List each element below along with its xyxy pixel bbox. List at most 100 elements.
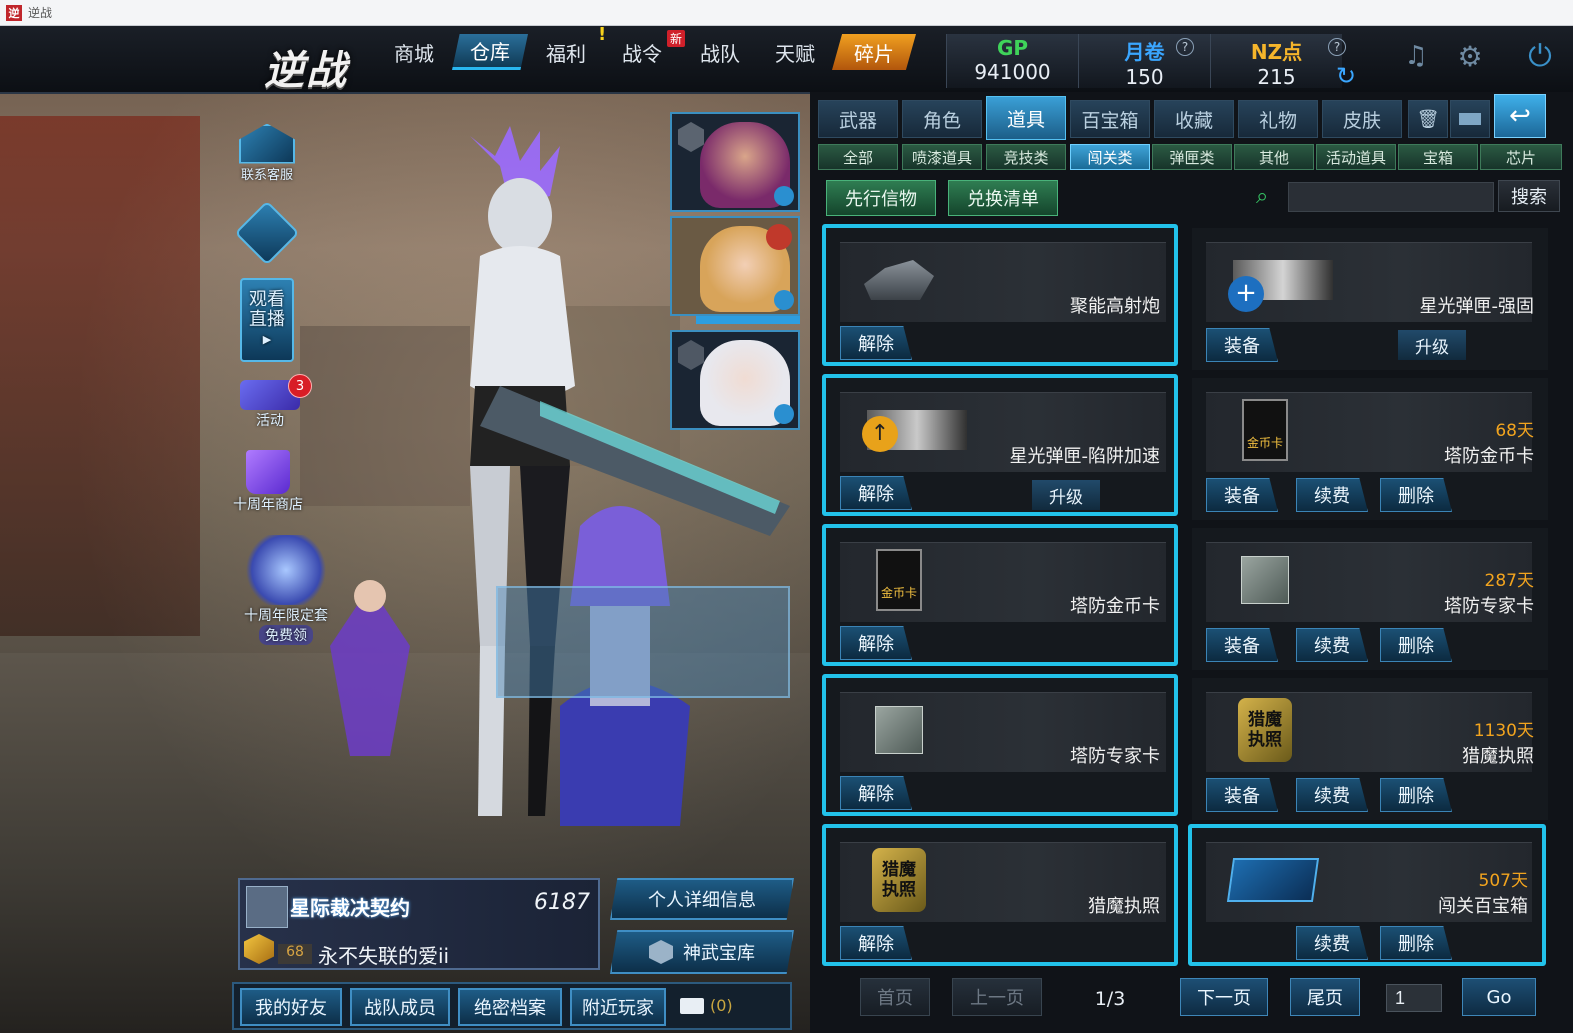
refresh-icon[interactable]: ↻ (1326, 56, 1366, 96)
wrench-icon[interactable] (774, 404, 794, 424)
nav-welfare[interactable]: 福利 (536, 34, 596, 70)
limited-suit-button[interactable]: 十周年限定套 免费领 (228, 530, 344, 650)
new-badge: 新 (667, 30, 686, 47)
go-button[interactable]: Go (1462, 978, 1536, 1016)
tab-skins[interactable]: 皮肤 (1322, 100, 1402, 138)
subtab-chips[interactable]: 芯片 (1480, 144, 1562, 170)
character-slot-2[interactable] (670, 216, 800, 316)
nz-help-icon[interactable]: ? (1328, 38, 1346, 56)
delete-button[interactable]: 删除 (1380, 478, 1452, 512)
search-icon: ⌕ (1256, 184, 1269, 209)
page-number-input[interactable] (1386, 984, 1442, 1012)
subtab-all[interactable]: 全部 (818, 144, 898, 170)
wrench-icon[interactable] (774, 186, 794, 206)
item-card[interactable]: 金币卡 68天 塔防金币卡 装备 续费 删除 (1192, 378, 1548, 520)
item-card[interactable]: 507天 闯关百宝箱 续费 删除 (1188, 824, 1546, 966)
secret-archive-button[interactable]: 绝密档案 (458, 988, 562, 1026)
player-card[interactable]: 星际裁决契约 6187 68 永不失联的爱ii (238, 878, 600, 970)
player-avatar (246, 886, 288, 928)
delete-button[interactable]: 删除 (1380, 778, 1452, 812)
nav-fragments[interactable]: 碎片 (832, 34, 916, 70)
item-card[interactable]: 287天 塔防专家卡 装备 续费 删除 (1192, 528, 1548, 670)
subtab-spray[interactable]: 喷漆道具 (902, 144, 982, 170)
item-card[interactable]: + 星光弹匣-强固 装备 升级 (1192, 228, 1548, 370)
renew-button[interactable]: 续费 (1296, 778, 1368, 812)
unequip-button[interactable]: 解除 (840, 776, 912, 810)
watch-live-button[interactable]: 观看直播 ▶ (240, 278, 294, 362)
subtab-chests[interactable]: 宝箱 (1398, 144, 1478, 170)
nav-warehouse[interactable]: 仓库 (452, 34, 528, 70)
weapon-emblem-icon (241, 535, 331, 605)
team-members-button[interactable]: 战队成员 (350, 988, 450, 1026)
next-page-button[interactable]: 下一页 (1180, 978, 1268, 1016)
power-icon[interactable]: ⏻ (1520, 36, 1560, 76)
equip-button[interactable]: 装备 (1206, 778, 1278, 812)
subtab-other[interactable]: 其他 (1234, 144, 1314, 170)
play-icon: ▶ (262, 333, 272, 346)
nav-talent[interactable]: 天赋 (765, 34, 825, 70)
last-page-button[interactable]: 尾页 (1290, 978, 1360, 1016)
delete-button[interactable]: 删除 (1380, 926, 1452, 960)
nav-shop[interactable]: 商城 (384, 34, 444, 70)
unequip-button[interactable]: 解除 (840, 926, 912, 960)
character-slot-1[interactable] (670, 112, 800, 212)
item-card[interactable]: 金币卡 塔防金币卡 解除 (822, 524, 1178, 666)
upgrade-button[interactable]: 升级 (1398, 330, 1466, 360)
delete-button[interactable]: 删除 (1380, 628, 1452, 662)
trash-icon[interactable]: 🗑 (1408, 100, 1448, 138)
tab-characters[interactable]: 角色 (902, 100, 982, 138)
gear-icon[interactable]: ⚙ (1450, 36, 1490, 76)
tab-treasure-box[interactable]: 百宝箱 (1070, 100, 1150, 138)
nav-battlepass[interactable]: 战令 (612, 34, 672, 70)
nav-team[interactable]: 战队 (690, 34, 750, 70)
unequip-button[interactable]: 解除 (840, 626, 912, 660)
search-input[interactable] (1288, 182, 1494, 212)
subtab-competitive[interactable]: 竞技类 (986, 144, 1066, 170)
tab-gifts[interactable]: 礼物 (1238, 100, 1318, 138)
prev-page-button[interactable]: 上一页 (952, 978, 1042, 1016)
first-page-button[interactable]: 首页 (860, 978, 930, 1016)
friends-button[interactable]: 我的好友 (240, 988, 342, 1026)
back-arrow-icon[interactable]: ↩ (1494, 94, 1546, 138)
activity-count-badge: 3 (288, 374, 312, 398)
subtab-magazine[interactable]: 弹匣类 (1152, 144, 1232, 170)
skill-badge-icon (766, 224, 792, 250)
mail-button[interactable]: (0) (680, 996, 733, 1015)
renew-button[interactable]: 续费 (1296, 628, 1368, 662)
subtab-event-items[interactable]: 活动道具 (1316, 144, 1396, 170)
subtab-stage[interactable]: 闯关类 (1070, 144, 1150, 170)
pvp-button[interactable] (234, 200, 300, 266)
search-button[interactable]: 搜索 (1498, 180, 1560, 212)
exchange-list-button[interactable]: 兑换清单 (948, 180, 1058, 216)
wrench-icon[interactable] (774, 290, 794, 310)
renew-button[interactable]: 续费 (1296, 478, 1368, 512)
item-card[interactable]: 猎魔 执照 1130天 猎魔执照 装备 续费 删除 (1192, 678, 1548, 820)
headset-icon (239, 123, 295, 164)
coupon-help-icon[interactable]: ? (1176, 38, 1194, 56)
music-icon[interactable]: ♫ (1396, 36, 1436, 76)
item-card[interactable]: 塔防专家卡 解除 (822, 674, 1178, 816)
unequip-button[interactable]: 解除 (840, 326, 912, 360)
tab-weapons[interactable]: 武器 (818, 100, 898, 138)
tab-items[interactable]: 道具 (986, 96, 1066, 140)
rank-badge-icon (678, 122, 704, 152)
renew-button[interactable]: 续费 (1296, 926, 1368, 960)
equip-button[interactable]: 装备 (1206, 628, 1278, 662)
treasury-button[interactable]: 神武宝库 (610, 930, 794, 974)
tab-collection[interactable]: 收藏 (1154, 100, 1234, 138)
item-card[interactable]: 聚能高射炮 解除 (822, 224, 1178, 366)
customer-service-button[interactable]: 联系客服 (230, 120, 304, 186)
item-card[interactable]: 猎魔 执照 猎魔执照 解除 (822, 824, 1178, 966)
nearby-players-button[interactable]: 附近玩家 (570, 988, 666, 1026)
upgrade-button[interactable]: 升级 (1032, 480, 1100, 510)
character-slot-3[interactable] (670, 330, 800, 430)
anniversary-shop-button[interactable]: 十周年商店 (226, 448, 310, 516)
equip-button[interactable]: 装备 (1206, 328, 1278, 362)
item-card[interactable]: ↑ 星光弹匣-陷阱加速 解除 升级 (822, 374, 1178, 516)
preview-token-button[interactable]: 先行信物 (826, 180, 936, 216)
game-logo: 逆战 (264, 48, 348, 94)
equip-button[interactable]: 装备 (1206, 478, 1278, 512)
unequip-button[interactable]: 解除 (840, 476, 912, 510)
screen-toggle-icon[interactable] (1450, 100, 1490, 138)
profile-detail-button[interactable]: 个人详细信息 (610, 878, 794, 920)
